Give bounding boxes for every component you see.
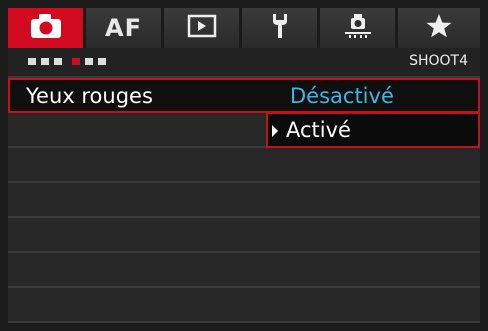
option-dropdown[interactable]: Activé: [266, 112, 480, 148]
page-indicator-bar: SHOOT4: [8, 48, 480, 78]
menu-row-empty: [8, 148, 480, 183]
dropdown-option-active[interactable]: Activé: [286, 118, 351, 142]
page-dots: [28, 58, 111, 65]
page-dot: [41, 58, 49, 65]
menu-item-value: Désactivé: [290, 84, 394, 108]
tab-shooting[interactable]: [8, 8, 86, 48]
menu-row-empty: [8, 183, 480, 218]
menu-row-empty: [8, 218, 480, 253]
custom-functions-icon: [343, 12, 373, 44]
tab-playback[interactable]: [164, 8, 242, 48]
wrench-icon: [269, 12, 291, 44]
page-dot: [28, 58, 36, 65]
page-code: SHOOT4: [409, 53, 468, 69]
tab-af-label: AF: [105, 14, 142, 42]
playback-icon: [187, 14, 217, 42]
page-dot-active: [72, 58, 80, 65]
menu-row-empty: [8, 288, 480, 323]
page-dot: [98, 58, 106, 65]
page-dot: [54, 58, 62, 65]
camera-icon: [29, 12, 63, 44]
menu-tab-bar: AF: [8, 8, 480, 48]
star-icon: [425, 12, 453, 44]
menu-item-label: Yeux rouges: [26, 84, 153, 108]
menu-item-red-eye[interactable]: Yeux rouges Désactivé: [8, 78, 480, 113]
tab-setup[interactable]: [242, 8, 320, 48]
page-dot: [85, 58, 93, 65]
tab-af[interactable]: AF: [86, 8, 164, 48]
tab-custom[interactable]: [320, 8, 398, 48]
tab-my-menu[interactable]: [398, 8, 480, 48]
menu-row-empty: [8, 253, 480, 288]
camera-menu-screen: AF SHOOT4 Yeux rouges Désactivé Activé: [8, 8, 480, 323]
selection-caret-icon: [272, 125, 278, 137]
